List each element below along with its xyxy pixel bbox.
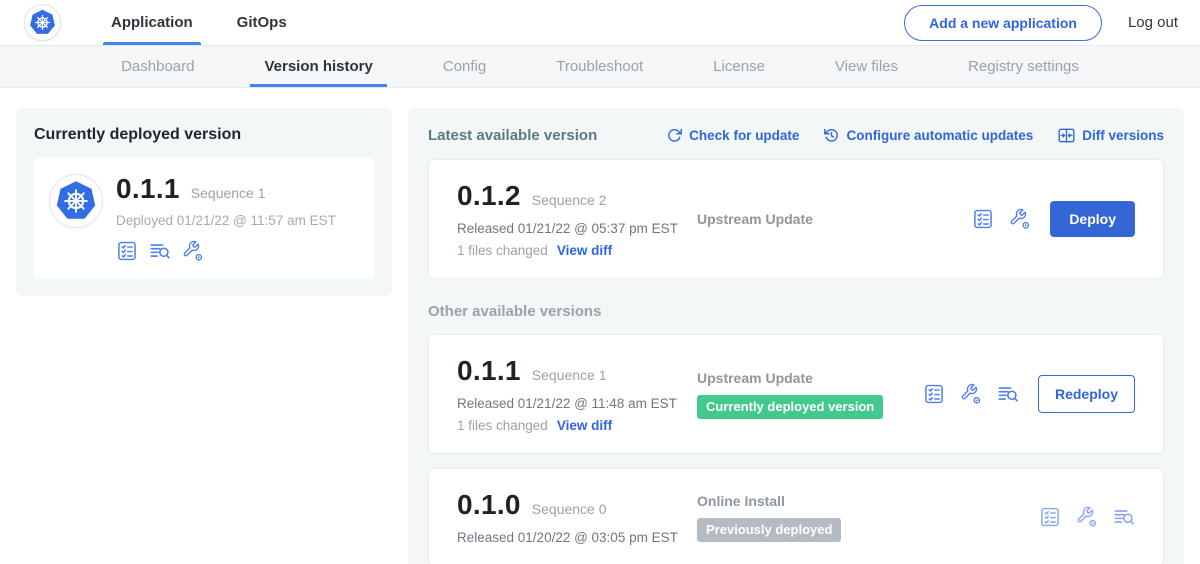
view-diff-link[interactable]: View diff: [557, 243, 612, 258]
version-number: 0.1.1: [457, 355, 521, 387]
deploy-logs-icon[interactable]: [997, 383, 1019, 405]
latest-version-title: Latest available version: [428, 127, 597, 144]
version-row-0-1-0: 0.1.0 Sequence 0 Released 01/20/22 @ 03:…: [428, 468, 1164, 564]
header-right: Add a new application Log out: [904, 5, 1178, 41]
preflight-checks-icon[interactable]: [116, 240, 138, 262]
tab-application[interactable]: Application: [89, 0, 215, 45]
deployed-sequence-label: Sequence 1: [191, 185, 266, 201]
subnav-tab-view-files-label: View files: [835, 58, 898, 75]
sequence-label: Sequence 0: [532, 501, 607, 517]
version-source-label: Upstream Update: [697, 211, 960, 227]
subnav-tab-registry-settings[interactable]: Registry settings: [962, 46, 1085, 87]
subnav-tab-config-label: Config: [443, 58, 486, 75]
tab-application-label: Application: [111, 14, 193, 31]
subnav-tab-dashboard-label: Dashboard: [121, 58, 194, 75]
deployed-timestamp: Deployed 01/21/22 @ 11:57 am EST: [116, 213, 336, 228]
version-source-label: Online Install: [697, 493, 1027, 509]
currently-deployed-badge: Currently deployed version: [697, 395, 883, 419]
configure-automatic-updates-link[interactable]: Configure automatic updates: [823, 127, 1033, 144]
subnav-tab-dashboard[interactable]: Dashboard: [115, 46, 200, 87]
view-diff-link[interactable]: View diff: [557, 418, 612, 433]
version-number: 0.1.0: [457, 489, 521, 521]
deployed-version-number: 0.1.1: [116, 173, 180, 205]
subnav-tab-license[interactable]: License: [707, 46, 771, 87]
version-row-0-1-1: 0.1.1 Sequence 1 Released 01/21/22 @ 11:…: [428, 334, 1164, 454]
troubleshoot-icon[interactable]: [960, 383, 982, 405]
app-subnav: Dashboard Version history Config Trouble…: [0, 46, 1200, 88]
tab-gitops-label: GitOps: [237, 14, 287, 31]
subnav-tab-troubleshoot[interactable]: Troubleshoot: [550, 46, 649, 87]
other-versions-title: Other available versions: [428, 303, 1164, 320]
latest-version-header: Latest available version Check for updat…: [428, 126, 1164, 145]
subnav-tab-config[interactable]: Config: [437, 46, 492, 87]
subnav-tab-troubleshoot-label: Troubleshoot: [556, 58, 643, 75]
configure-automatic-updates-label: Configure automatic updates: [846, 128, 1033, 143]
version-source-label: Upstream Update: [697, 370, 911, 386]
redeploy-button[interactable]: Redeploy: [1038, 375, 1135, 413]
app-logo: [50, 175, 102, 227]
troubleshoot-icon[interactable]: [1009, 208, 1031, 230]
diff-versions-label: Diff versions: [1082, 128, 1164, 143]
header-tabs: Application GitOps: [89, 0, 309, 45]
deploy-button[interactable]: Deploy: [1050, 201, 1135, 237]
troubleshoot-icon[interactable]: [1076, 506, 1098, 528]
tab-gitops[interactable]: GitOps: [215, 0, 309, 45]
version-history-panel: Latest available version Check for updat…: [408, 108, 1184, 564]
add-application-button[interactable]: Add a new application: [904, 5, 1102, 41]
check-for-update-link[interactable]: Check for update: [666, 127, 799, 144]
version-row-0-1-2: 0.1.2 Sequence 2 Released 01/21/22 @ 05:…: [428, 159, 1164, 279]
diff-versions-link[interactable]: Diff versions: [1057, 126, 1164, 145]
kubernetes-logo: [24, 4, 61, 41]
refresh-icon: [666, 127, 683, 144]
deploy-logs-icon[interactable]: [1113, 506, 1135, 528]
currently-deployed-card: 0.1.1 Sequence 1 Deployed 01/21/22 @ 11:…: [34, 158, 374, 278]
subnav-tab-version-history[interactable]: Version history: [258, 46, 378, 87]
files-changed-label: 1 files changed: [457, 243, 548, 258]
preflight-checks-icon[interactable]: [1039, 506, 1061, 528]
released-timestamp: Released 01/20/22 @ 03:05 pm EST: [457, 530, 697, 545]
currently-deployed-title: Currently deployed version: [34, 126, 374, 144]
subnav-tab-license-label: License: [713, 58, 765, 75]
files-changed-label: 1 files changed: [457, 418, 548, 433]
sequence-label: Sequence 2: [532, 192, 607, 208]
panel-actions: Check for update Configure automatic upd…: [666, 126, 1164, 145]
logout-link[interactable]: Log out: [1128, 14, 1178, 31]
preflight-checks-icon[interactable]: [972, 208, 994, 230]
subnav-tab-view-files[interactable]: View files: [829, 46, 904, 87]
released-timestamp: Released 01/21/22 @ 11:48 am EST: [457, 396, 697, 411]
previously-deployed-badge: Previously deployed: [697, 518, 841, 542]
deploy-logs-icon[interactable]: [149, 240, 171, 262]
version-number: 0.1.2: [457, 180, 521, 212]
clock-refresh-icon: [823, 127, 840, 144]
troubleshoot-icon[interactable]: [182, 240, 204, 262]
app-header: Application GitOps Add a new application…: [0, 0, 1200, 46]
subnav-tab-registry-settings-label: Registry settings: [968, 58, 1079, 75]
released-timestamp: Released 01/21/22 @ 05:37 pm EST: [457, 221, 697, 236]
preflight-checks-icon[interactable]: [923, 383, 945, 405]
main-content: Currently deployed version 0.1.1 Sequenc…: [0, 88, 1200, 564]
diff-columns-icon: [1057, 126, 1076, 145]
subnav-tab-version-history-label: Version history: [264, 58, 372, 75]
sequence-label: Sequence 1: [532, 367, 607, 383]
check-for-update-label: Check for update: [689, 128, 799, 143]
currently-deployed-panel: Currently deployed version 0.1.1 Sequenc…: [16, 108, 392, 296]
